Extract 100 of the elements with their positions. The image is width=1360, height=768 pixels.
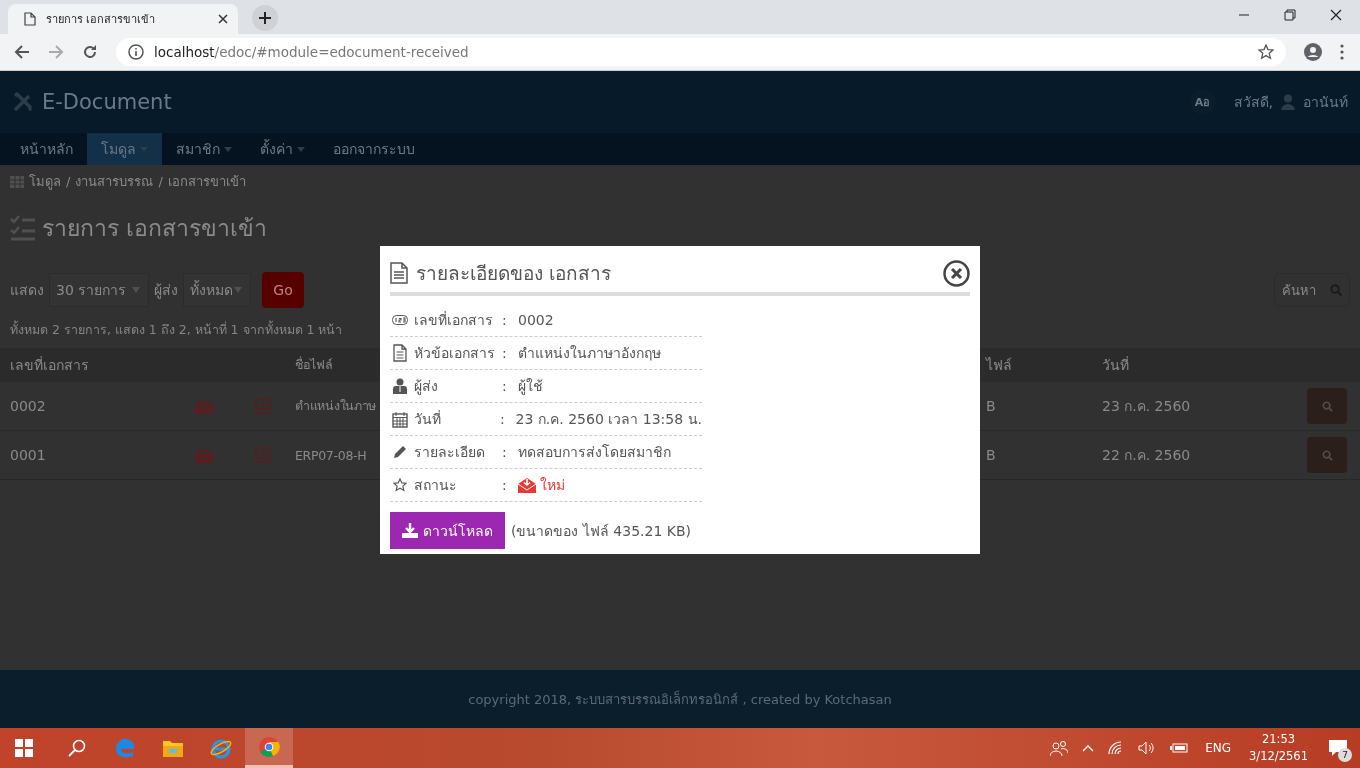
tools-icon	[12, 91, 34, 113]
chevron-up-icon[interactable]	[1082, 744, 1095, 752]
caret-icon	[234, 287, 242, 293]
breadcrumb-link[interactable]: โมดูล	[29, 171, 61, 192]
file-size-text: (ขนาดของ ไฟล์ 435.21 KB)	[511, 521, 692, 541]
breadcrumb-link[interactable]: งานสารบรรณ	[75, 171, 154, 192]
input-language[interactable]: ENG	[1205, 741, 1232, 755]
table-cell-text: ERP07-08-H	[295, 447, 368, 463]
page-icon	[24, 12, 36, 26]
table-cell-text: 0001	[10, 447, 47, 463]
column-header[interactable]: ชื่อไฟล์	[295, 355, 380, 375]
table-cell-text: 0002	[10, 398, 47, 414]
download-icon	[402, 523, 418, 538]
envelope-icon	[518, 477, 536, 493]
tab-title: รายการ เอกสารขาเข้า	[46, 12, 157, 28]
start-icon[interactable]	[15, 739, 33, 757]
breadcrumb-link[interactable]: เอกสารขาเข้า	[167, 171, 246, 192]
sender-label: ผู้ส่ง	[154, 281, 178, 301]
nav-item[interactable]: ออกจากระบบ	[319, 133, 429, 165]
field-label: รายละเอียด	[414, 443, 486, 462]
summary-text: ทั้งหมด 2 รายการ, แสดง 1 ถึง 2, หน้าที่ 1 จากทั้งหมด 1 หน้า	[10, 320, 343, 339]
caret-icon	[132, 287, 140, 293]
numbers-icon	[392, 315, 408, 325]
info-icon	[128, 44, 144, 60]
field-separator: :	[499, 411, 506, 427]
battery-icon[interactable]	[1170, 742, 1189, 754]
checklist-icon	[10, 215, 36, 241]
pdf-icon	[255, 447, 271, 463]
table-cell-text: ตำแหน่งในภาษ	[295, 397, 377, 415]
pencil-icon	[393, 445, 407, 459]
chrome-app-icon[interactable]	[245, 728, 293, 768]
nav-item[interactable]: หน้าหลัก	[6, 133, 87, 165]
column-header[interactable]: วันที่	[1102, 354, 1307, 376]
menu-icon[interactable]	[1340, 44, 1344, 60]
table-cell-text: B	[986, 447, 997, 463]
back-icon[interactable]	[14, 44, 30, 60]
envelope-icon	[195, 447, 213, 463]
sender-select[interactable]: ทั้งหมด	[183, 273, 251, 307]
field-label: วันที่	[413, 409, 442, 429]
browser-tab[interactable]: รายการ เอกสารขาเข้า	[8, 4, 238, 34]
close-icon[interactable]	[943, 259, 970, 287]
calendar-icon	[391, 410, 408, 428]
table-cell-text: B	[986, 398, 997, 414]
dialog-title: รายละเอียดของ เอกสาร	[416, 261, 612, 286]
rows-per-page-select[interactable]: 30 รายการ	[49, 273, 149, 307]
breadcrumb-separator: /	[158, 174, 163, 189]
field-separator: :	[502, 477, 508, 493]
user-icon	[393, 378, 407, 394]
go-button[interactable]: Go	[262, 272, 304, 308]
language-button[interactable]: Aอ	[1189, 89, 1216, 115]
field-label: เลขที่เอกสาร	[414, 310, 494, 330]
document-icon	[390, 262, 408, 284]
brand-title[interactable]: E-Document	[42, 90, 172, 114]
nav-item[interactable]: ตั้งค่า	[246, 133, 319, 165]
field-value: 23 ก.ค. 2560 เวลา 13:58 น.	[515, 410, 702, 429]
field-separator: :	[502, 444, 508, 460]
account-icon[interactable]	[1304, 43, 1322, 61]
notification-count: 7	[1338, 748, 1352, 762]
field-separator: :	[502, 378, 508, 394]
star-icon[interactable]	[1258, 44, 1274, 60]
modules-icon	[10, 175, 24, 188]
search-field[interactable]: ค้นหา	[1274, 273, 1350, 307]
breadcrumb-separator: /	[66, 174, 71, 189]
people-icon[interactable]	[1050, 740, 1069, 756]
status-text: ใหม่	[540, 476, 565, 495]
document-icon	[393, 344, 407, 362]
table-cell-text: 23 ก.ค. 2560	[1102, 397, 1192, 416]
field-separator: :	[502, 312, 508, 328]
clock[interactable]: 21:53 3/12/2561	[1249, 731, 1308, 765]
address-field[interactable]: localhost/edoc/#module=edocument-received	[116, 38, 1286, 66]
show-label: แสดง	[10, 281, 44, 300]
user-link[interactable]: อานันท์	[1303, 91, 1348, 113]
user-icon	[1281, 94, 1295, 110]
volume-icon[interactable]	[1138, 741, 1157, 755]
field-label: สถานะ	[414, 476, 458, 495]
search-icon	[1321, 400, 1333, 412]
field-value: ทดสอบการส่งโดยสมาชิก	[518, 443, 671, 462]
field-label: ผู้ส่ง	[414, 377, 439, 397]
field-value: ตำแหน่งในภาษาอังกฤษ	[518, 344, 661, 363]
restore-icon[interactable]	[1284, 9, 1296, 21]
nav-item[interactable]: สมาชิก	[162, 133, 246, 165]
search-icon	[1321, 449, 1333, 461]
star-icon	[393, 478, 407, 492]
search-icon[interactable]	[68, 739, 86, 757]
close-icon[interactable]	[218, 14, 228, 24]
close-icon[interactable]	[1330, 9, 1342, 21]
field-separator: :	[502, 345, 508, 361]
download-button[interactable]: ดาวน์โหลด	[390, 512, 505, 549]
column-header[interactable]: ไฟล์	[986, 354, 1102, 376]
field-value: 0002	[518, 312, 554, 328]
new-tab-icon[interactable]	[252, 5, 278, 31]
page-title: รายการ เอกสารขาเข้า	[42, 214, 268, 243]
pdf-icon	[255, 398, 271, 414]
nav-item[interactable]: โมดูล	[87, 133, 162, 165]
reload-icon[interactable]	[82, 44, 98, 60]
greeting-text: สวัสดี,	[1233, 93, 1273, 112]
envelope-icon	[195, 398, 213, 414]
table-cell-text: 22 ก.ค. 2560	[1102, 446, 1192, 465]
column-header[interactable]: เลขที่เอกสาร	[10, 354, 195, 376]
field-label: หัวข้อเอกสาร	[414, 344, 496, 363]
